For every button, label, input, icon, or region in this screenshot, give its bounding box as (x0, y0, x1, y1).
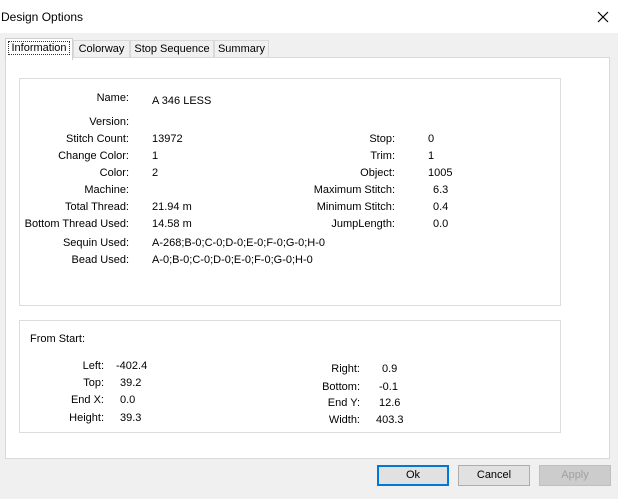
information-panel: Name: A 346 LESS Version: Stitch Count: … (5, 57, 610, 459)
title-bar: Design Options (0, 0, 618, 33)
width-label: Width: (328, 414, 360, 426)
close-icon (597, 11, 609, 23)
tab-summary[interactable]: Summary (214, 40, 269, 58)
end-x-value: 0.0 (120, 394, 136, 406)
jump-length-label: JumpLength: (331, 218, 395, 230)
object-value: 1005 (428, 167, 453, 179)
bottom-value: -0.1 (379, 381, 398, 393)
max-stitch-value: 6.3 (433, 184, 449, 196)
from-start-heading: From Start: (30, 333, 86, 345)
bead-label: Bead Used: (71, 254, 129, 266)
height-label: Height: (69, 412, 104, 424)
trim-label: Trim: (370, 150, 395, 162)
left-label: Left: (82, 360, 104, 372)
name-value: A 346 LESS (152, 95, 212, 107)
bottom-thread-value: 14.58 m (152, 218, 192, 230)
bottom-label: Bottom: (322, 381, 360, 393)
total-thread-value: 21.94 m (152, 201, 192, 213)
dialog-client-area: Information Colorway Stop Sequence Summa… (0, 33, 618, 499)
ok-button[interactable]: Ok (377, 465, 449, 486)
width-value: 403.3 (376, 414, 404, 426)
jump-length-value: 0.0 (433, 218, 449, 230)
cancel-button[interactable]: Cancel (458, 465, 530, 486)
end-y-value: 12.6 (379, 397, 401, 409)
tab-information[interactable]: Information (5, 38, 73, 60)
top-value: 39.2 (120, 377, 142, 389)
min-stitch-value: 0.4 (433, 201, 449, 213)
height-value: 39.3 (120, 412, 142, 424)
tab-stop-sequence[interactable]: Stop Sequence (130, 40, 214, 58)
machine-label: Machine: (84, 184, 129, 196)
color-label: Color: (99, 167, 129, 179)
close-button[interactable] (588, 4, 618, 30)
end-y-label: End Y: (327, 397, 360, 409)
color-value: 2 (152, 167, 159, 179)
top-label: Top: (83, 377, 104, 389)
right-label: Right: (331, 363, 360, 375)
from-start-group: From Start: Left: -402.4 Top: 39.2 End X… (19, 320, 561, 433)
stop-value: 0 (428, 133, 435, 145)
tab-information-label: Information (8, 41, 70, 55)
stitch-count-label: Stitch Count: (66, 133, 129, 145)
left-value: -402.4 (116, 360, 148, 372)
bead-value: A-0;B-0;C-0;D-0;E-0;F-0;G-0;H-0 (152, 254, 313, 266)
apply-button: Apply (539, 465, 611, 486)
max-stitch-label: Maximum Stitch: (313, 184, 395, 196)
right-value: 0.9 (382, 363, 398, 375)
stitch-count-value: 13972 (152, 133, 183, 145)
min-stitch-label: Minimum Stitch: (316, 201, 395, 213)
name-label: Name: (96, 92, 129, 104)
object-label: Object: (360, 167, 395, 179)
window-title: Design Options (1, 10, 84, 24)
total-thread-label: Total Thread: (64, 201, 129, 213)
tab-colorway[interactable]: Colorway (73, 40, 130, 58)
change-color-label: Change Color: (58, 150, 129, 162)
end-x-label: End X: (70, 394, 104, 406)
design-info-group: Name: A 346 LESS Version: Stitch Count: … (19, 78, 561, 306)
change-color-value: 1 (152, 150, 159, 162)
bottom-thread-label: Bottom Thread Used: (24, 218, 129, 230)
trim-value: 1 (428, 150, 435, 162)
sequin-label: Sequin Used: (62, 237, 129, 249)
version-label: Version: (89, 116, 129, 128)
stop-label: Stop: (369, 133, 395, 145)
sequin-value: A-268;B-0;C-0;D-0;E-0;F-0;G-0;H-0 (152, 237, 325, 249)
